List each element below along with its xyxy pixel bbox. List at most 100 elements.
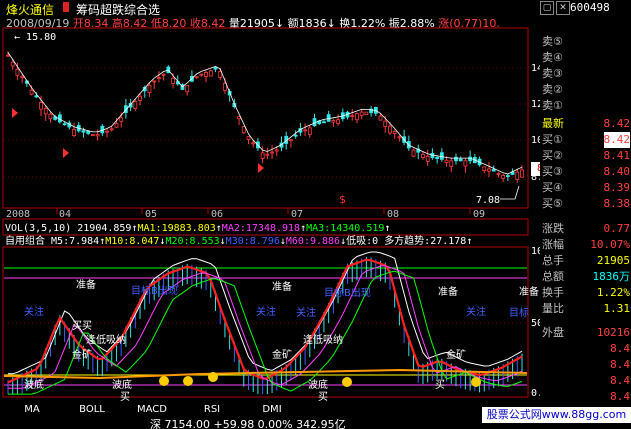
quote-row-value: 8.4 [610,358,630,371]
candle-body [274,149,279,152]
signal-label: 关注 [296,308,316,319]
candle-body [86,130,91,134]
chart-canvas: ← 15.80 7.08 $ 14.00 12.00 10.00 8.00 20… [2,27,540,399]
quote-row-value: 8.38 [603,197,631,210]
candle-body [194,76,199,79]
quote-row-label: 买④ [542,181,563,194]
signal-label: 买 [435,380,445,391]
tab-rsi[interactable]: RSI [184,403,240,417]
quote-row: 总手 21905 [540,253,631,269]
quote-row-label: 总手 [542,254,564,267]
signal-label: 准备 [76,280,96,291]
quote-row: 8.4 [540,357,631,373]
quote-row: 8.4 [540,389,631,405]
watermark-text: 股票公式网www.88gg.com [486,408,627,421]
quote-row-label: 涨跌 [542,222,564,235]
candle-body [6,54,10,57]
signal-label: 目标 [509,308,529,319]
quote-row-value: 21905 [596,254,630,267]
signal-label: 准备 [519,287,539,298]
candle-body [81,130,86,133]
window-close-button[interactable]: ✕ [556,1,570,15]
quote-row-label: 买① [542,133,563,146]
candle-body [491,169,496,172]
low-price-mark: 7.08 [476,195,500,206]
quote-row-label: 买② [542,149,563,162]
quote-panel: 卖⑤ 卖④ 卖③ 卖② 卖① 最新 8.42 买① 8.42 买② 8.41 买③ 8.… [540,16,631,425]
candle-body [458,158,463,162]
close-icon: ✕ [559,3,567,13]
price-y-tick: 14.00 [531,63,540,74]
candle-body [322,121,326,124]
signal-label: 金矿 [446,350,466,361]
time-axis-label: 07 [291,209,303,220]
candle-body [270,151,274,154]
candle-body [223,82,227,91]
quote-row-label: 量比 [542,302,564,315]
status-bar-text: 深 7154.00 +59.98 0.00% 342.95亿 [150,419,346,429]
quote-row-label: 买⑤ [542,197,563,210]
quote-row: 总额 1836万 [540,269,631,285]
candle-body [463,160,468,167]
high-price-mark: ← 15.80 [14,32,56,43]
tab-macd[interactable]: MACD [124,403,180,417]
signal-label: 目标B出现 [131,286,178,297]
quote-row: 买⑤ 8.38 [540,196,631,212]
candle-body [152,80,157,83]
volume-panel-title: VOL(3,5,10) 21904.859↑MA1:19883.803↑MA2:… [5,223,390,234]
candle-body [388,125,392,134]
candle-body [241,126,246,134]
candles [6,51,524,183]
candle-body [208,70,213,77]
candle-body [307,127,312,135]
quote-row-label: 总额 [542,270,564,283]
candle-body [439,152,444,160]
candle-body [359,111,364,117]
candle-body [43,107,48,115]
stock-code: 600498 [570,1,610,14]
quote-row-value: 0.77 [603,222,631,235]
quote-row-label: 换手 [542,286,564,299]
candle-body [34,95,39,98]
quote-row-value: 1836万 [592,270,631,283]
candle-body [392,130,397,134]
candle-body [10,61,15,67]
tab-boll[interactable]: BOLL [64,403,120,417]
status-bar: 深 7154.00 +59.98 0.00% 342.95亿 [150,419,346,429]
tab-ma[interactable]: MA [4,403,60,417]
candle-body [39,102,43,110]
quote-row: 换手 1.22% [540,285,631,301]
tab-dmi[interactable]: DMI [244,403,300,417]
candle-body [109,128,114,131]
quote-row-value: 1.22% [596,286,630,299]
quote-row: 最新 8.42 [540,116,631,132]
quote-row: 买① 8.42 [540,132,631,148]
candle-body [161,73,166,76]
candle-body [20,75,25,78]
quote-row-value: 8.4 [610,342,630,355]
signal-label: 逢低吸纳 [303,335,343,346]
quote-row: 8.4 [540,341,631,357]
candle-body [133,101,138,109]
quote-row: 卖⑤ [540,34,631,50]
quote-row: 买② 8.41 [540,148,631,164]
candle-body [72,129,76,136]
quote-row: 买③ 8.40 [540,164,631,180]
candle-body [350,114,355,117]
candle-body [444,159,449,163]
indicator-y-axis: 100.00 50.00 0.00 [531,246,540,399]
signal-label: 波底 [24,380,44,391]
signal-label: 关注 [466,307,486,318]
signal-label: 金矿 [72,350,92,361]
signal-label: 买买 [72,321,92,332]
window-restore-button[interactable]: ▢ [540,1,554,15]
signal-label: 买 [120,392,130,403]
candle-body [468,156,473,162]
candle-body [105,130,109,133]
quote-row: 涨幅 10.07% [540,237,631,253]
signal-label: 目标B出现 [324,288,371,299]
candle-body [482,166,487,172]
candle-body [383,120,388,127]
quote-row-label: 最新 [542,117,564,130]
price-gridlines [4,67,527,178]
